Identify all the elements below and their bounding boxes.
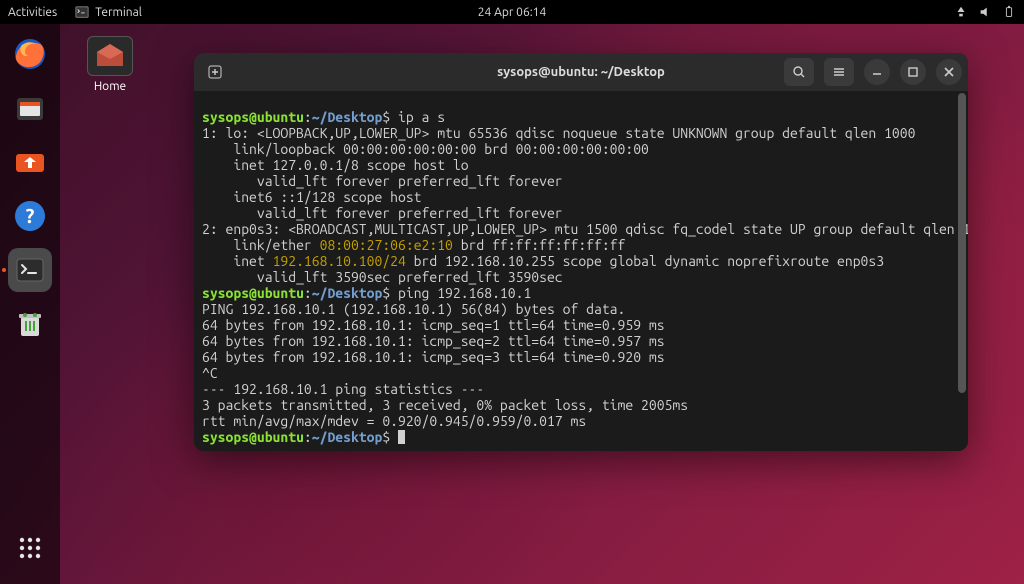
home-folder-icon: [95, 43, 125, 69]
dock-firefox[interactable]: [8, 32, 52, 76]
output-line: rtt min/avg/max/mdev = 0.920/0.945/0.959…: [202, 413, 586, 429]
output-line: inet 127.0.0.1/8 scope host lo: [202, 157, 469, 173]
command-2: ping 192.168.10.1: [398, 285, 531, 301]
output-line: link/loopback 00:00:00:00:00:00 brd 00:0…: [202, 141, 649, 157]
ip-address: 192.168.10.100/24: [273, 253, 406, 269]
dock-trash[interactable]: [8, 302, 52, 346]
desktop-home-label: Home: [78, 80, 142, 93]
firefox-icon: [12, 36, 48, 72]
trash-icon: [12, 306, 48, 342]
close-icon: [942, 65, 956, 79]
terminal-titlebar[interactable]: sysops@ubuntu: ~/Desktop: [194, 53, 968, 91]
maximize-icon: [906, 65, 920, 79]
search-icon: [792, 65, 806, 79]
output-line: 64 bytes from 192.168.10.1: icmp_seq=3 t…: [202, 349, 665, 365]
output-line: ^C: [202, 365, 218, 381]
dock-help[interactable]: ?: [8, 194, 52, 238]
output-line: PING 192.168.10.1 (192.168.10.1) 56(84) …: [202, 301, 625, 317]
terminal-body[interactable]: sysops@ubuntu:~/Desktop$ ip a s 1: lo: <…: [194, 91, 968, 451]
output-line: valid_lft forever preferred_lft forever: [202, 173, 563, 189]
topbar-clock[interactable]: 24 Apr 06:14: [478, 6, 546, 19]
topbar-app-label: Terminal: [95, 6, 142, 19]
svg-text:?: ?: [26, 204, 35, 227]
dock-show-apps[interactable]: [8, 526, 52, 570]
output-line: valid_lft forever preferred_lft forever: [202, 205, 563, 221]
output-line: 3 packets transmitted, 3 received, 0% pa…: [202, 397, 688, 413]
desktop-home-folder[interactable]: Home: [78, 36, 142, 93]
new-tab-button[interactable]: [200, 58, 230, 86]
plus-icon: [208, 65, 222, 79]
help-icon: ?: [12, 198, 48, 234]
output-line: --- 192.168.10.1 ping statistics ---: [202, 381, 484, 397]
software-icon: [12, 144, 48, 180]
prompt-path: ~/Desktop: [312, 109, 383, 125]
output-line: link/ether 08:00:27:06:e2:10 brd ff:ff:f…: [202, 237, 625, 253]
gnome-topbar: Activities Terminal 24 Apr 06:14: [0, 0, 1024, 24]
ubuntu-dock: ?: [0, 24, 60, 584]
close-button[interactable]: [936, 59, 962, 85]
search-button[interactable]: [784, 58, 814, 86]
output-line: 64 bytes from 192.168.10.1: icmp_seq=1 t…: [202, 317, 665, 333]
output-line: 2: enp0s3: <BROADCAST,MULTICAST,UP,LOWER…: [202, 221, 968, 237]
terminal-window: sysops@ubuntu: ~/Desktop sysops@ubuntu:~…: [194, 53, 968, 451]
cursor: [398, 430, 405, 444]
dock-software[interactable]: [8, 140, 52, 184]
activities-button[interactable]: Activities: [8, 6, 57, 19]
network-icon[interactable]: [954, 5, 968, 19]
output-line: 1: lo: <LOOPBACK,UP,LOWER_UP> mtu 65536 …: [202, 125, 915, 141]
terminal-title: sysops@ubuntu: ~/Desktop: [497, 65, 665, 79]
terminal-icon: [12, 252, 48, 288]
minimize-icon: [870, 65, 884, 79]
apps-grid-icon: [12, 530, 48, 566]
output-line: 64 bytes from 192.168.10.1: icmp_seq=2 t…: [202, 333, 665, 349]
command-1: ip a s: [398, 109, 445, 125]
dock-terminal[interactable]: [8, 248, 52, 292]
dock-files[interactable]: [8, 86, 52, 130]
mac-address: 08:00:27:06:e2:10: [320, 237, 453, 253]
power-icon[interactable]: [1002, 5, 1016, 19]
menu-button[interactable]: [824, 58, 854, 86]
terminal-scrollbar[interactable]: [958, 93, 966, 393]
terminal-icon: [75, 5, 89, 19]
minimize-button[interactable]: [864, 59, 890, 85]
topbar-app-menu[interactable]: Terminal: [75, 5, 142, 19]
output-line: inet6 ::1/128 scope host: [202, 189, 422, 205]
hamburger-icon: [832, 65, 846, 79]
output-line: valid_lft 3590sec preferred_lft 3590sec: [202, 269, 563, 285]
volume-icon[interactable]: [978, 5, 992, 19]
output-line: inet 192.168.10.100/24 brd 192.168.10.25…: [202, 253, 884, 269]
prompt-user: sysops@ubuntu: [202, 109, 304, 125]
maximize-button[interactable]: [900, 59, 926, 85]
files-icon: [12, 90, 48, 126]
